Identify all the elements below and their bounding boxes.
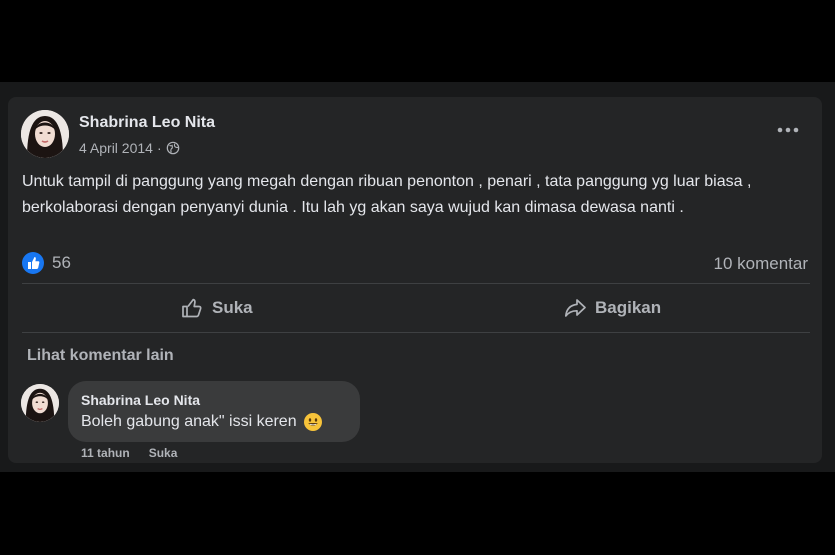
- comment-meta: 11 tahun Suka: [81, 446, 177, 460]
- like-count: 56: [52, 253, 71, 272]
- share-button[interactable]: Bagikan: [563, 294, 661, 322]
- more-options-button[interactable]: [774, 120, 802, 140]
- smile-emoji-icon: [303, 413, 322, 431]
- comment-time[interactable]: 11 tahun: [81, 446, 130, 460]
- comment-avatar[interactable]: [21, 384, 59, 422]
- meta-separator: ·: [156, 140, 162, 156]
- comment-bubble: Shabrina Leo Nita Boleh gabung anak" iss…: [68, 381, 360, 442]
- comment-text: Boleh gabung anak" issi keren: [81, 413, 297, 430]
- thumbs-up-icon: [182, 298, 202, 318]
- avatar-photo: [21, 384, 59, 422]
- more-options-icon: [777, 127, 799, 133]
- like-label: Suka: [212, 298, 253, 317]
- share-label: Bagikan: [595, 298, 662, 317]
- avatar[interactable]: [21, 110, 69, 158]
- view-more-comments-link[interactable]: Lihat komentar lain: [27, 347, 174, 365]
- reactions-summary[interactable]: 56: [22, 252, 71, 274]
- avatar-photo: [21, 110, 69, 158]
- comment-like-button[interactable]: Suka: [149, 446, 178, 460]
- like-button[interactable]: Suka: [180, 294, 253, 322]
- post-author[interactable]: Shabrina Leo Nita: [79, 114, 215, 132]
- like-reaction-icon: [22, 252, 44, 274]
- post-date[interactable]: 4 April 2014: [79, 140, 153, 156]
- comment-author[interactable]: Shabrina Leo Nita: [81, 392, 200, 408]
- post-text: Untuk tampil di panggung yang megah deng…: [22, 173, 752, 216]
- divider: [22, 332, 810, 333]
- post-card: Shabrina Leo Nita 4 April 2014 · Untuk t…: [8, 97, 822, 463]
- comment-text-row: Boleh gabung anak" issi keren: [81, 412, 323, 432]
- divider: [22, 283, 810, 284]
- comment-count[interactable]: 10 komentar: [714, 254, 809, 274]
- share-icon: [564, 299, 586, 317]
- globe-icon: [166, 141, 179, 155]
- post-meta: 4 April 2014 ·: [79, 140, 180, 156]
